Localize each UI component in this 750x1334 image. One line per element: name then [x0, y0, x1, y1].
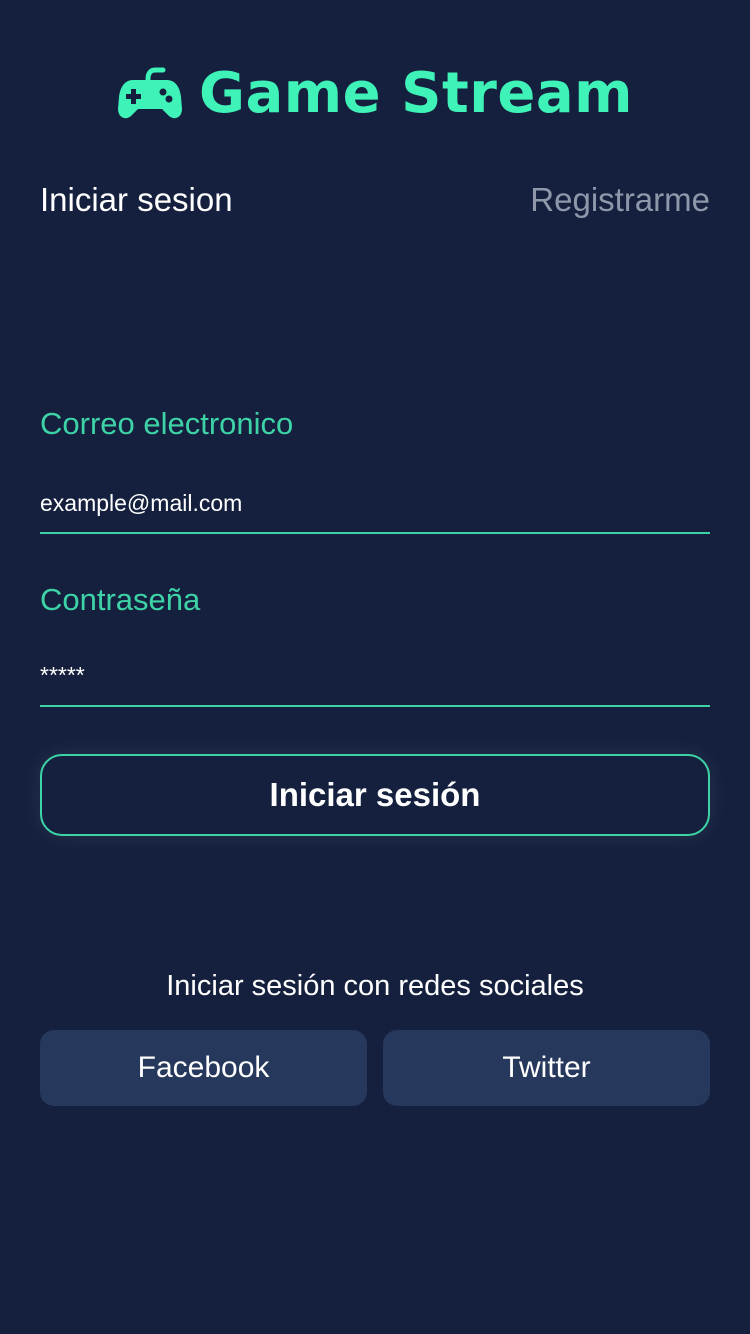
- tab-login[interactable]: Iniciar sesion: [40, 178, 233, 222]
- facebook-button[interactable]: Facebook: [40, 1030, 367, 1106]
- login-button[interactable]: Iniciar sesión: [40, 754, 710, 836]
- twitter-button[interactable]: Twitter: [383, 1030, 710, 1106]
- social-login-title: Iniciar sesión con redes sociales: [166, 970, 584, 1002]
- password-label: Contraseña: [40, 582, 201, 617]
- email-label: Correo electronico: [40, 406, 294, 441]
- password-field[interactable]: [40, 646, 710, 707]
- gamepad-icon: [117, 65, 183, 121]
- auth-tabs: Iniciar sesion Registrarme: [40, 178, 710, 226]
- app-logo: Game Stream: [0, 58, 750, 128]
- email-field[interactable]: [40, 474, 710, 534]
- app-title: Game Stream: [199, 60, 633, 126]
- tab-register[interactable]: Registrarme: [530, 178, 710, 222]
